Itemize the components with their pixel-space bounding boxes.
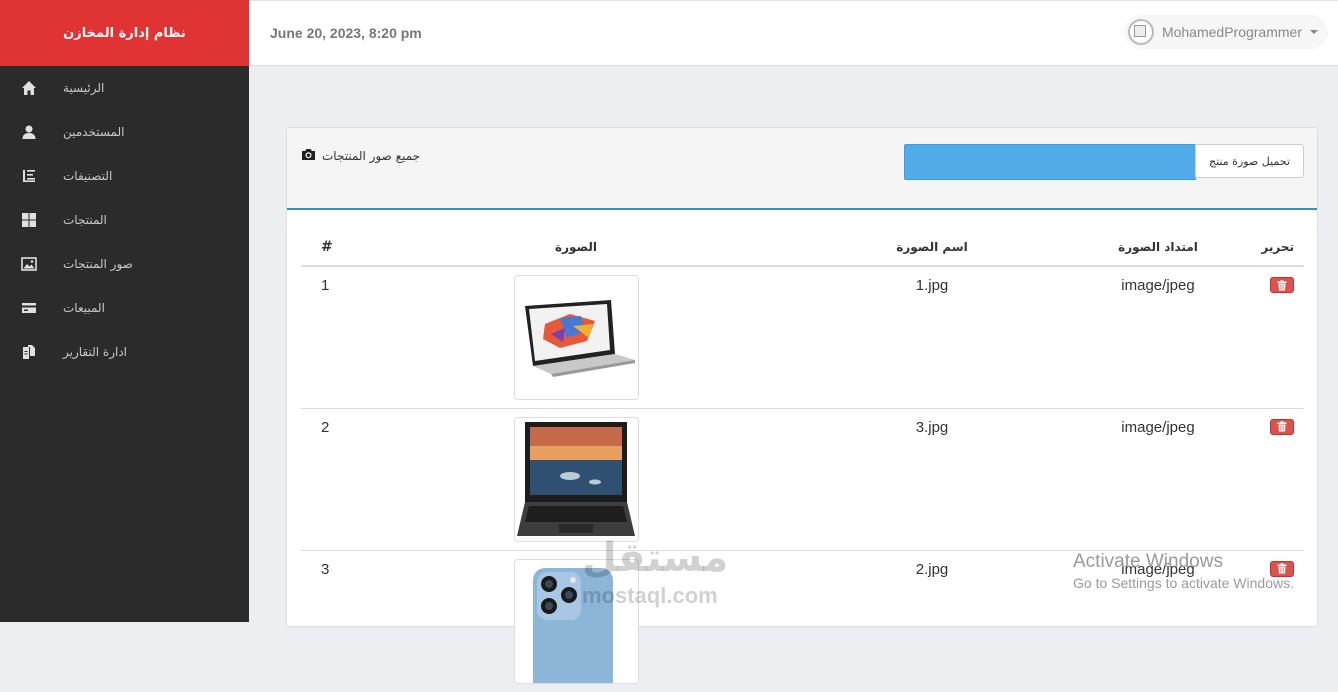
images-table: # الصورة اسم الصورة امتداد الصورة تحرير …	[301, 228, 1304, 692]
column-header-image: الصورة	[381, 228, 771, 267]
copy-icon	[21, 344, 37, 360]
trash-icon	[1277, 421, 1287, 432]
sidebar-item-product-images[interactable]: صور المنتجات	[0, 242, 249, 286]
sidebar-item-label: المبيعات	[63, 301, 105, 315]
sidebar-item-sales[interactable]: المبيعات	[0, 286, 249, 330]
watermark-latin: mostaql.com	[582, 583, 718, 608]
activate-subtitle: Go to Settings to activate Windows.	[1073, 575, 1294, 591]
column-header-num: #	[301, 228, 381, 267]
top-bar: June 20, 2023, 8:20 pm MohamedProgrammer	[249, 0, 1338, 66]
credit-card-icon	[21, 300, 37, 316]
trash-icon	[1277, 279, 1287, 290]
image-name: 1.jpg	[771, 265, 1093, 408]
grid-icon	[21, 212, 37, 228]
laptop-image	[513, 416, 639, 542]
user-icon	[21, 124, 37, 140]
delete-button[interactable]	[1270, 418, 1294, 435]
upload-image-button[interactable]: تحميل صورة منتج	[1195, 144, 1304, 178]
watermark: مستقل mostaql.com	[582, 535, 729, 608]
sidebar-item-reports[interactable]: ادارة التقارير	[0, 330, 249, 374]
activate-title: Activate Windows	[1073, 551, 1223, 572]
delete-button[interactable]	[1270, 277, 1294, 293]
image-name: 3.jpg	[771, 407, 1093, 550]
image-name: 2.jpg	[771, 549, 1093, 692]
avatar	[1127, 19, 1154, 45]
indent-icon	[21, 168, 37, 184]
sidebar-item-label: صور المنتجات	[63, 257, 133, 271]
camera-icon	[301, 148, 316, 164]
watermark-arabic: مستقل	[582, 535, 729, 581]
sidebar-item-label: الرئيسية	[63, 81, 105, 95]
row-number: 3	[301, 549, 381, 692]
sidebar-item-users[interactable]: المستخدمين	[0, 110, 249, 154]
column-header-type: امتداد الصورة	[1093, 228, 1223, 267]
sidebar-item-products[interactable]: المنتجات	[0, 198, 249, 242]
panel-title-text: جميع صور المنتجات	[322, 149, 421, 163]
table-row: 2 3.jpg image/jpeg	[301, 407, 1304, 550]
row-number: 2	[301, 407, 381, 550]
activate-windows-notice: Activate Windows Go to Settings to activ…	[1073, 551, 1294, 591]
sidebar-item-label: المنتجات	[63, 213, 107, 227]
username: MohamedProgrammer	[1161, 24, 1302, 40]
laptop-image	[513, 275, 639, 400]
current-date: June 20, 2023, 8:20 pm	[270, 25, 422, 41]
panel-title: جميع صور المنتجات	[301, 148, 420, 164]
sidebar-item-home[interactable]: الرئيسية	[0, 66, 249, 110]
file-input[interactable]	[904, 144, 1196, 180]
sidebar: نظام إدارة المخازن الرئيسية المستخدمين ا…	[0, 0, 249, 622]
image-type: image/jpeg	[1093, 407, 1223, 550]
sidebar-item-label: المستخدمين	[63, 125, 125, 139]
panel-header: جميع صور المنتجات تحميل صورة منتج	[287, 128, 1317, 210]
sidebar-item-label: التصنيفات	[63, 169, 113, 183]
picture-icon	[21, 256, 37, 272]
user-menu[interactable]: MohamedProgrammer	[1123, 15, 1328, 49]
sidebar-item-label: ادارة التقارير	[63, 345, 128, 359]
table-row: 1 1.jpg image/jpeg	[301, 265, 1304, 408]
column-header-edit: تحرير	[1223, 228, 1304, 267]
column-header-name: اسم الصورة	[771, 228, 1093, 267]
sidebar-item-categories[interactable]: التصنيفات	[0, 154, 249, 198]
row-number: 1	[301, 265, 381, 408]
home-icon	[21, 80, 37, 96]
app-title[interactable]: نظام إدارة المخازن	[0, 0, 249, 66]
image-type: image/jpeg	[1093, 265, 1223, 408]
caret-down-icon	[1310, 30, 1318, 34]
